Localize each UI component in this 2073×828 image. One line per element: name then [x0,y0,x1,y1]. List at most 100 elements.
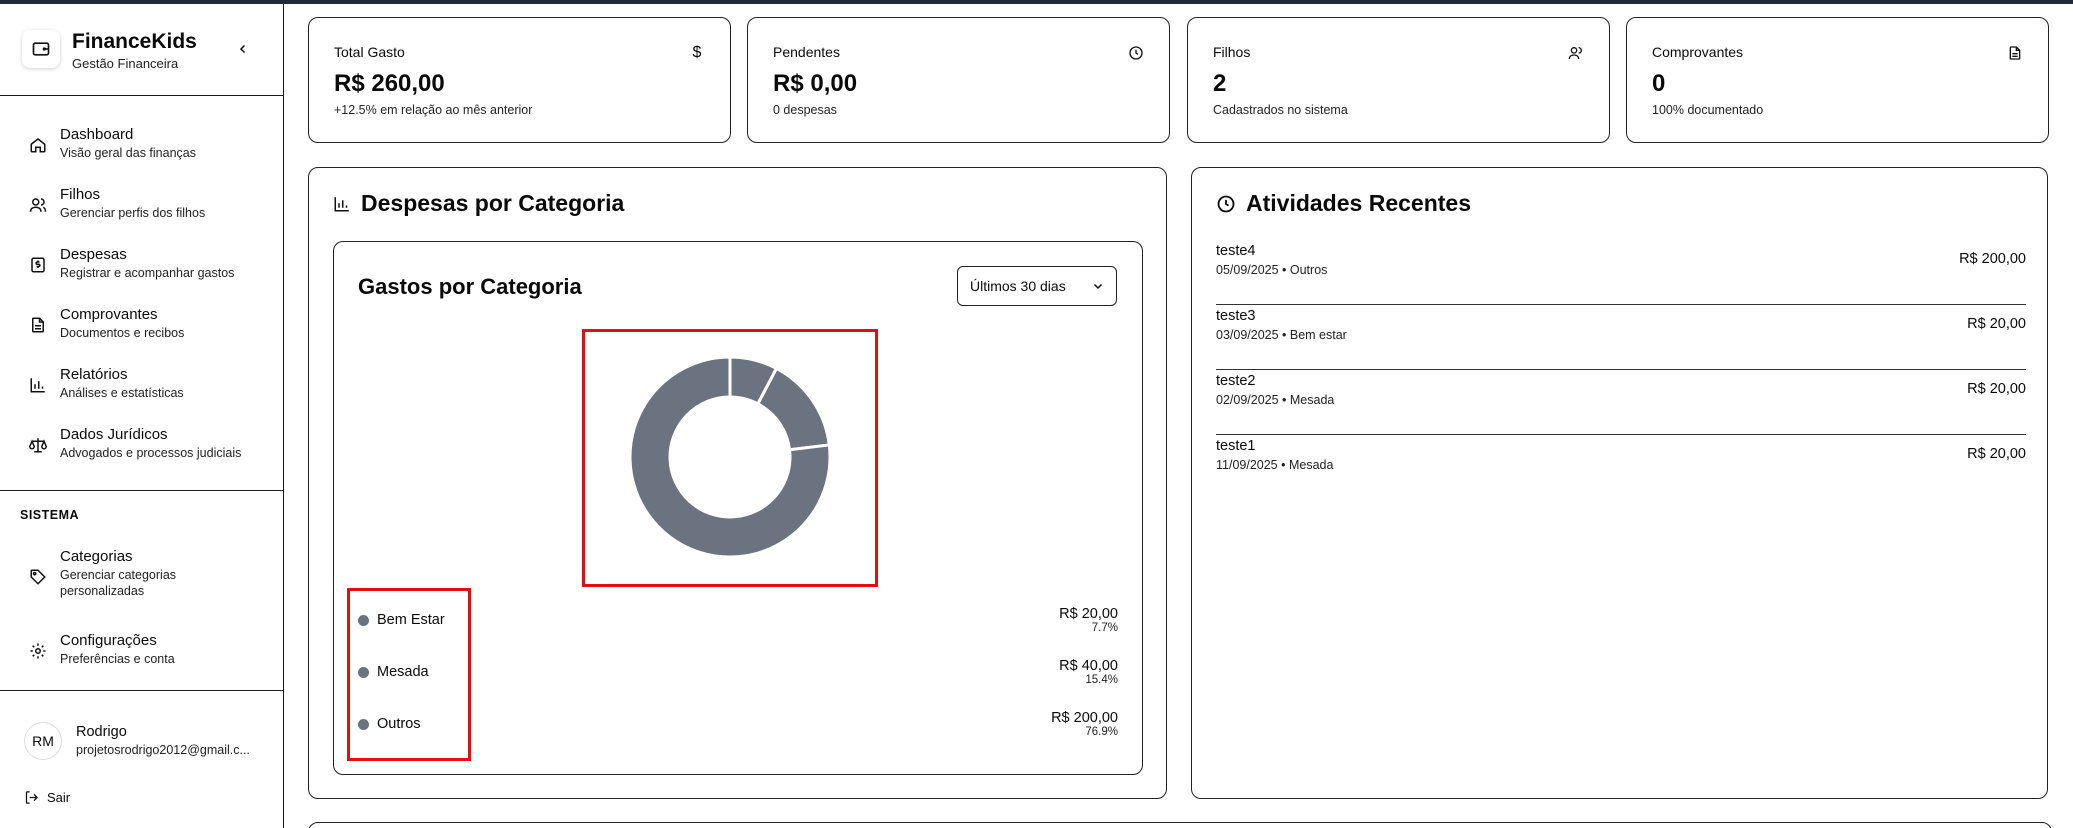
expenses-by-category-panel: Despesas por Categoria Gastos por Catego… [308,167,1167,799]
legend-amount: R$ 200,00 [1051,710,1118,726]
period-select[interactable]: Últimos 30 dias [957,266,1117,306]
nav-desc: Advogados e processos judiciais [60,446,242,460]
divider [0,690,283,691]
collapse-sidebar-button[interactable] [234,40,252,58]
brand-name: FinanceKids [72,30,197,53]
nav-item-configuracoes[interactable]: Configurações Preferências e conta [0,624,283,684]
activity-item[interactable]: teste1 11/09/2025 • Mesada R$ 20,00 [1216,438,2026,500]
activity-item[interactable]: teste2 02/09/2025 • Mesada R$ 20,00 [1216,373,2026,435]
nav-desc: Análises e estatísticas [60,386,184,400]
user-email: projetosrodrigo2012@gmail.c... [76,743,250,757]
nav-desc: Preferências e conta [60,652,175,666]
clock-icon [1127,44,1145,62]
nav-title: Dashboard [60,126,134,143]
logout-icon [25,790,39,804]
activity-meta: 03/09/2025 • Bem estar [1216,328,1347,342]
users-icon [1567,44,1585,62]
nav-item-despesas[interactable]: Despesas Registrar e acompanhar gastos [0,238,283,298]
donut-highlight-box [582,329,878,587]
clock-icon [1217,195,1235,212]
legend-percent: 76.9% [1085,726,1118,738]
nav-title: Filhos [60,186,101,203]
stat-sub: +12.5% em relação ao mês anterior [334,103,533,117]
nav-title: Dados Jurídicos [60,426,168,443]
legend-item: Outros [358,714,421,734]
panel-title-text: Atividades Recentes [1246,190,1471,216]
chevron-down-icon [1093,283,1103,290]
panel-title: Atividades Recentes [1216,190,1471,217]
legend-dot [358,666,369,678]
activity-amount: R$ 20,00 [1967,446,2026,462]
nav-item-filhos[interactable]: Filhos Gerenciar perfis dos filhos [0,178,283,238]
legend-value: R$ 40,00 15.4% [1059,658,1118,686]
nav-desc: Visão geral das finanças [60,146,196,160]
user-name: Rodrigo [76,724,127,740]
legend-label: Mesada [377,664,429,680]
legend-label: Bem Estar [377,612,445,628]
legend-value: R$ 20,00 7.7% [1059,606,1118,634]
nav-desc: Documentos e recibos [60,326,185,340]
stat-value: R$ 260,00 [334,70,445,97]
activity-meta: 05/09/2025 • Outros [1216,263,1328,277]
stat-value: 0 [1652,70,1666,97]
tag-icon [27,566,49,588]
brand-header: FinanceKids Gestão Financeira [0,4,283,96]
legend-percent: 15.4% [1085,674,1118,686]
dollar-icon: $ [692,44,702,61]
scale-icon [27,434,49,456]
divider [0,490,283,491]
nav-desc: Gerenciar perfis dos filhos [60,206,206,220]
stat-card-total-gasto: Total Gasto $ R$ 260,00 +12.5% em relaçã… [308,17,731,143]
legend-amount: R$ 20,00 [1059,606,1118,622]
chevron-left-icon [239,44,246,54]
nav-title: Comprovantes [60,306,158,323]
stat-sub: 100% documentado [1652,103,1764,117]
activity-meta: 11/09/2025 • Mesada [1216,458,1334,472]
legend-label: Outros [377,716,421,732]
nav-title: Relatórios [60,366,128,383]
section-label-sistema: SISTEMA [20,508,80,522]
nav-desc: Gerenciar categorias [60,568,177,582]
bar-chart-icon [334,196,349,211]
brand-subtitle: Gestão Financeira [72,56,179,71]
stat-value: R$ 0,00 [773,70,858,97]
panel-title-text: Despesas por Categoria [361,190,625,216]
activity-item[interactable]: teste4 05/09/2025 • Outros R$ 200,00 [1216,243,2026,305]
sidebar: FinanceKids Gestão Financeira Dashboard … [0,4,284,828]
nav-title: Categorias [60,548,133,565]
home-icon [27,134,49,156]
nav-item-comprovantes[interactable]: Comprovantes Documentos e recibos [0,298,283,358]
activity-item[interactable]: teste3 03/09/2025 • Bem estar R$ 20,00 [1216,308,2026,370]
panel-title: Despesas por Categoria [333,190,624,217]
legend-value: R$ 200,00 76.9% [1051,710,1118,738]
nav-item-categorias[interactable]: Categorias Gerenciar categorias personal… [0,540,283,624]
stat-label: Total Gasto [334,44,405,60]
stat-card-comprovantes: Comprovantes 0 100% documentado [1626,17,2049,143]
document-icon [27,314,49,336]
wallet-icon [22,30,60,68]
activity-amount: R$ 200,00 [1959,251,2026,267]
stat-label: Comprovantes [1652,44,1744,60]
donut-slice-mesada [755,366,831,452]
activity-amount: R$ 20,00 [1967,316,2026,332]
logout-label: Sair [47,789,71,805]
stat-card-pendentes: Pendentes R$ 0,00 0 despesas [747,17,1170,143]
legend-item: Mesada [358,662,429,682]
nav-item-dados-juridicos[interactable]: Dados Jurídicos Advogados e processos ju… [0,418,283,478]
user-profile[interactable]: RM Rodrigo projetosrodrigo2012@gmail.c..… [0,706,283,786]
stat-sub: Cadastrados no sistema [1213,103,1348,117]
logout-button[interactable]: Sair [24,786,70,808]
legend-amount: R$ 40,00 [1059,658,1118,674]
activity-amount: R$ 20,00 [1967,381,2026,397]
nav-item-relatorios[interactable]: Relatórios Análises e estatísticas [0,358,283,418]
system-nav: Categorias Gerenciar categorias personal… [0,540,283,684]
nav-item-dashboard[interactable]: Dashboard Visão geral das finanças [0,118,283,178]
nav-desc: personalizadas [60,584,145,598]
stat-card-filhos: Filhos 2 Cadastrados no sistema [1187,17,1610,143]
stat-sub: 0 despesas [773,103,837,117]
legend-percent: 7.7% [1091,622,1118,634]
chart-card: Gastos por Categoria Últimos 30 dias Bem… [333,241,1143,775]
users-icon [27,194,49,216]
main-nav: Dashboard Visão geral das finanças Filho… [0,118,283,478]
receipt-dollar-icon [27,254,49,276]
